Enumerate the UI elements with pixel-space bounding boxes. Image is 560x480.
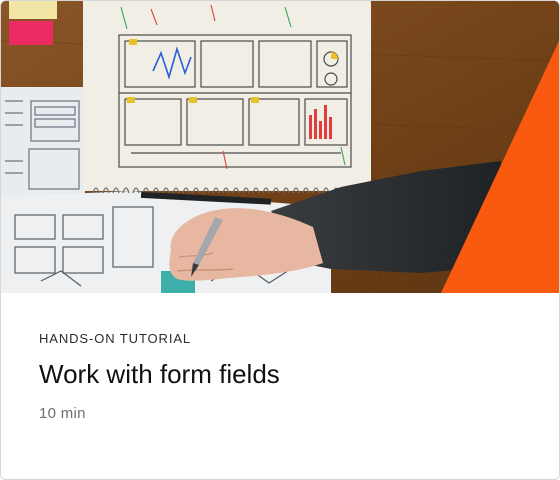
card-duration: 10 min (39, 405, 86, 422)
tutorial-card[interactable]: HANDS-ON TUTORIAL Work with form fields … (0, 0, 560, 480)
hero-image (1, 1, 559, 293)
card-eyebrow: HANDS-ON TUTORIAL (39, 331, 192, 346)
card-title[interactable]: Work with form fields (39, 359, 280, 390)
card-body: HANDS-ON TUTORIAL Work with form fields … (1, 293, 559, 479)
notebook (83, 1, 371, 194)
